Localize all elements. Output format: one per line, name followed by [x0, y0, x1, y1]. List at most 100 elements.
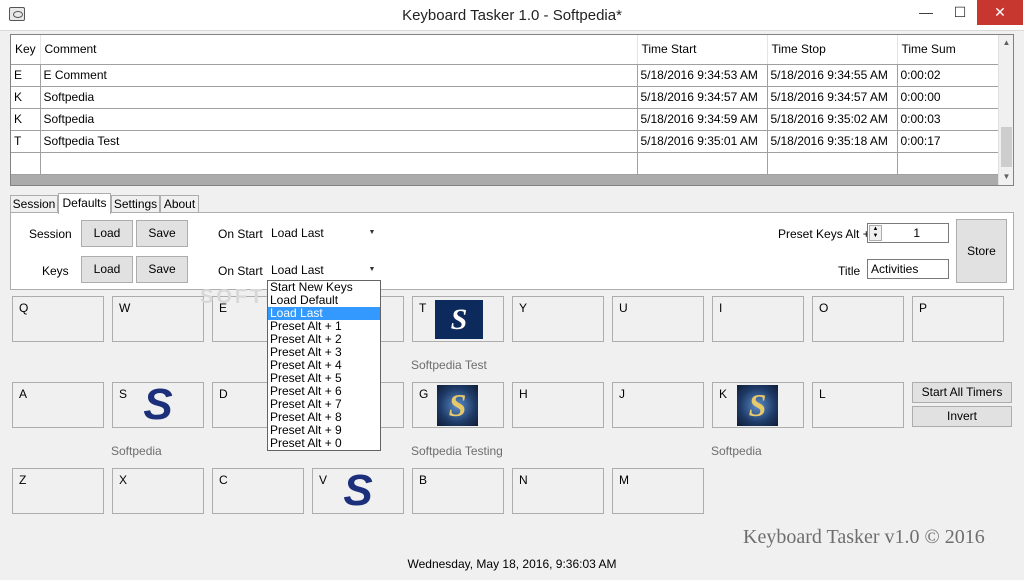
key-tile-h[interactable]: H	[512, 382, 604, 428]
key-letter: V	[319, 473, 328, 487]
store-button[interactable]: Store	[956, 219, 1007, 283]
key-tile-p[interactable]: P	[912, 296, 1004, 342]
maximize-button[interactable]: ☐	[943, 0, 977, 25]
cell-key[interactable]	[11, 152, 41, 175]
key-tile-o[interactable]: O	[812, 296, 904, 342]
invert-button[interactable]: Invert	[912, 406, 1012, 427]
session-save-button[interactable]: Save	[136, 220, 188, 247]
column-header-time-start[interactable]: Time Start	[637, 35, 768, 65]
softpedia-logo-icon: S	[343, 466, 373, 515]
stepper-arrows-icon[interactable]: ▲ ▼	[869, 225, 882, 241]
key-tile-s[interactable]: S S	[112, 380, 204, 429]
key-tile-k[interactable]: K S	[712, 382, 804, 428]
keys-load-button[interactable]: Load	[81, 256, 133, 283]
key-letter: T	[419, 301, 427, 315]
key-tile-q[interactable]: Q	[12, 296, 104, 342]
column-header-time-stop[interactable]: Time Stop	[767, 35, 898, 65]
key-tile-w[interactable]: W	[112, 296, 204, 342]
cell-comment[interactable]: Softpedia	[40, 86, 638, 109]
softpedia-logo-icon: S	[143, 380, 173, 429]
key-tile-j[interactable]: J	[612, 382, 704, 428]
key-letter: Y	[519, 301, 528, 315]
table-row[interactable]: K Softpedia 5/18/2016 9:34:59 AM 5/18/20…	[11, 108, 999, 131]
key-letter: S	[119, 387, 128, 401]
keys-on-start-label: On Start	[218, 264, 263, 278]
table-row[interactable]: E E Comment 5/18/2016 9:34:53 AM 5/18/20…	[11, 64, 999, 87]
cell-key[interactable]: T	[11, 130, 41, 153]
defaults-panel: Session Load Save On Start Load Last ▼ K…	[10, 212, 1014, 290]
key-tile-v[interactable]: V S	[312, 466, 404, 515]
keys-on-start-select[interactable]: Load Last ▼	[268, 260, 380, 280]
grid-header-row: Key Comment Time Start Time Stop Time Su…	[11, 35, 999, 65]
key-tile-g[interactable]: G S	[412, 382, 504, 428]
key-tile-a[interactable]: A	[12, 382, 104, 428]
cell-key[interactable]: K	[11, 86, 41, 109]
close-button[interactable]: ✕	[977, 0, 1023, 25]
table-row-new[interactable]	[11, 152, 999, 175]
preset-keys-label: Preset Keys Alt +	[778, 227, 870, 241]
cell-comment[interactable]: E Comment	[40, 64, 638, 87]
table-row[interactable]: T Softpedia Test 5/18/2016 9:35:01 AM 5/…	[11, 130, 999, 153]
scroll-up-icon[interactable]: ▲	[999, 35, 1013, 50]
key-tile-i[interactable]: I	[712, 296, 804, 342]
key-letter: I	[719, 301, 723, 315]
app-brand-text: Keyboard Tasker v1.0 © 2016	[743, 526, 985, 548]
grid-vertical-scrollbar[interactable]: ▲ ▼	[998, 35, 1013, 185]
minimize-button[interactable]: —	[909, 0, 943, 25]
session-load-button[interactable]: Load	[81, 220, 133, 247]
table-row[interactable]: K Softpedia 5/18/2016 9:34:57 AM 5/18/20…	[11, 86, 999, 109]
tab-defaults[interactable]: Defaults	[58, 193, 111, 214]
scroll-thumb[interactable]	[1001, 127, 1012, 167]
title-input[interactable]: Activities	[867, 259, 949, 279]
column-header-key[interactable]: Key	[11, 35, 41, 65]
key-tile-x[interactable]: X	[112, 468, 204, 514]
session-on-start-select[interactable]: Load Last ▼	[268, 223, 380, 243]
cell-time-stop[interactable]: 5/18/2016 9:34:55 AM	[767, 64, 898, 87]
key-letter: L	[819, 387, 826, 401]
on-start-dropdown-list[interactable]: Start New Keys Load Default Load Last Pr…	[267, 280, 381, 451]
key-tile-b[interactable]: B	[412, 468, 504, 514]
key-tile-m[interactable]: M	[612, 468, 704, 514]
cell-time-start[interactable]: 5/18/2016 9:34:53 AM	[637, 64, 768, 87]
key-letter: H	[519, 387, 528, 401]
key-letter: C	[219, 473, 228, 487]
key-tile-u[interactable]: U	[612, 296, 704, 342]
session-on-start-label: On Start	[218, 227, 263, 241]
cell-key[interactable]: K	[11, 108, 41, 131]
cell-time-stop[interactable]: 5/18/2016 9:35:02 AM	[767, 108, 898, 131]
start-all-timers-button[interactable]: Start All Timers	[912, 382, 1012, 403]
cell-time-sum[interactable]: 0:00:03	[897, 108, 999, 131]
chevron-down-icon[interactable]: ▼	[364, 260, 380, 280]
cell-time-sum[interactable]: 0:00:02	[897, 64, 999, 87]
dropdown-option[interactable]: Preset Alt + 0	[268, 437, 380, 450]
scroll-down-icon[interactable]: ▼	[999, 169, 1013, 184]
chevron-down-icon[interactable]: ▼	[364, 223, 380, 243]
cell-comment[interactable]	[40, 152, 638, 175]
cell-comment[interactable]: Softpedia	[40, 108, 638, 131]
key-tile-n[interactable]: N	[512, 468, 604, 514]
key-tile-l[interactable]: L	[812, 382, 904, 428]
key-letter: A	[19, 387, 28, 401]
keys-save-button[interactable]: Save	[136, 256, 188, 283]
cell-time-start[interactable]: 5/18/2016 9:34:59 AM	[637, 108, 768, 131]
key-tile-z[interactable]: Z	[12, 468, 104, 514]
cell-time-stop[interactable]	[767, 152, 898, 175]
cell-time-sum[interactable]	[897, 152, 999, 175]
cell-comment[interactable]: Softpedia Test	[40, 130, 638, 153]
cell-time-start[interactable]	[637, 152, 768, 175]
cell-time-sum[interactable]: 0:00:17	[897, 130, 999, 153]
cell-key[interactable]: E	[11, 64, 41, 87]
key-tile-c[interactable]: C	[212, 468, 304, 514]
column-header-time-sum[interactable]: Time Sum	[897, 35, 999, 65]
key-letter: B	[419, 473, 428, 487]
column-header-comment[interactable]: Comment	[40, 35, 638, 65]
cell-time-start[interactable]: 5/18/2016 9:34:57 AM	[637, 86, 768, 109]
cell-time-sum[interactable]: 0:00:00	[897, 86, 999, 109]
session-grid: Key Comment Time Start Time Stop Time Su…	[10, 34, 1014, 186]
cell-time-stop[interactable]: 5/18/2016 9:35:18 AM	[767, 130, 898, 153]
key-tile-t[interactable]: T S	[412, 296, 504, 342]
cell-time-stop[interactable]: 5/18/2016 9:34:57 AM	[767, 86, 898, 109]
key-caption-s: Softpedia	[111, 444, 162, 458]
cell-time-start[interactable]: 5/18/2016 9:35:01 AM	[637, 130, 768, 153]
key-tile-y[interactable]: Y	[512, 296, 604, 342]
